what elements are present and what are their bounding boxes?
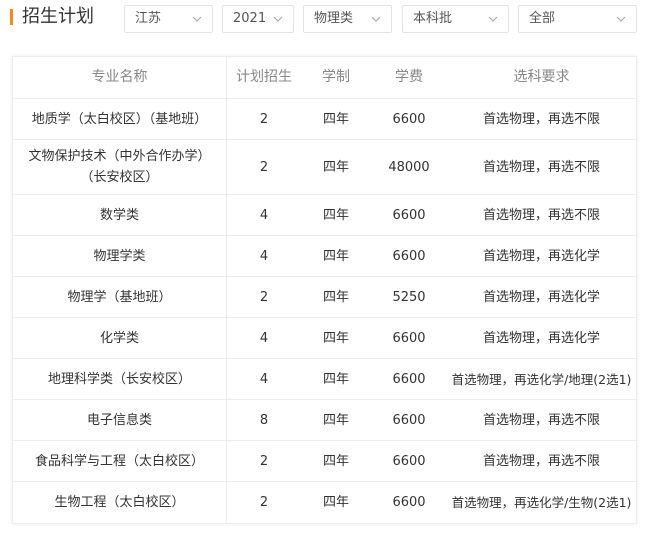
tuition: 6600 <box>392 207 426 223</box>
subject-type-select-value: 物理类 <box>314 11 354 26</box>
subject-requirement: 首选物理，再选不限 <box>482 111 600 127</box>
duration: 四年 <box>322 289 349 305</box>
duration: 四年 <box>322 495 349 510</box>
major-name: 生物工程（太白校区） <box>13 482 227 523</box>
table-row: 生物工程（太白校区） 2 四年 6600 首选物理，再选化学/生物(2选1) <box>13 482 636 523</box>
subject-requirement: 首选物理，再选不限 <box>482 159 600 175</box>
duration: 四年 <box>322 330 349 346</box>
column-header-plan: 计划招生 <box>236 69 292 85</box>
duration: 四年 <box>322 412 349 428</box>
tuition: 6600 <box>392 412 426 428</box>
major-name: 物理学（基地班） <box>13 277 227 317</box>
plan-count: 8 <box>259 412 269 428</box>
tuition: 6600 <box>392 248 426 264</box>
subject-requirement: 首选物理，再选不限 <box>482 453 600 469</box>
plan-count: 4 <box>259 248 269 264</box>
subject-requirement: 首选物理，再选化学/生物(2选1) <box>451 495 632 510</box>
table-row: 地理科学类（长安校区） 4 四年 6600 首选物理，再选化学/地理(2选1) <box>13 359 636 400</box>
duration: 四年 <box>322 371 349 387</box>
plan-count: 4 <box>259 371 269 387</box>
table-row: 食品科学与工程（太白校区） 2 四年 6600 首选物理，再选不限 <box>13 441 636 482</box>
year-select-value: 2021 <box>233 11 267 26</box>
major-name: 地理科学类（长安校区） <box>13 359 227 399</box>
subject-requirement: 首选物理，再选化学/地理(2选1) <box>451 371 632 387</box>
subject-requirement: 首选物理，再选不限 <box>482 412 600 428</box>
page-title: 招生计划 <box>22 6 94 27</box>
chevron-down-icon <box>272 13 284 25</box>
duration: 四年 <box>322 111 349 127</box>
major-name: 数学类 <box>13 195 227 235</box>
duration: 四年 <box>322 207 349 223</box>
major-name: 化学类 <box>13 318 227 358</box>
subject-type-select[interactable]: 物理类 <box>303 5 392 33</box>
tuition: 6600 <box>392 371 426 387</box>
province-select[interactable]: 江苏 <box>124 5 213 33</box>
province-select-value: 江苏 <box>135 11 162 26</box>
major-category-select[interactable]: 全部 <box>518 5 637 33</box>
major-category-select-value: 全部 <box>529 11 556 26</box>
plan-count: 2 <box>259 111 269 127</box>
table-header-row: 专业名称 计划招生 学制 学费 选科要求 <box>13 57 636 99</box>
plan-count: 2 <box>259 289 269 305</box>
tuition: 48000 <box>388 159 430 175</box>
subject-requirement: 首选物理，再选化学 <box>482 248 600 264</box>
table-row: 化学类 4 四年 6600 首选物理，再选化学 <box>13 318 636 359</box>
chevron-down-icon <box>487 13 499 25</box>
tuition: 5250 <box>392 289 426 305</box>
major-name: 食品科学与工程（太白校区） <box>13 441 227 481</box>
subject-requirement: 首选物理，再选化学 <box>482 289 600 305</box>
major-name: 物理学类 <box>13 236 227 276</box>
table-row: 物理学（基地班） 2 四年 5250 首选物理，再选化学 <box>13 277 636 318</box>
column-header-requirement: 选科要求 <box>513 69 570 85</box>
table-row: 电子信息类 8 四年 6600 首选物理，再选不限 <box>13 400 636 441</box>
subject-requirement: 首选物理，再选不限 <box>482 207 600 223</box>
major-name: 地质学（太白校区）（基地班） <box>13 99 227 139</box>
plan-count: 2 <box>259 159 269 175</box>
subject-requirement: 首选物理，再选化学 <box>482 330 600 346</box>
major-name: 电子信息类 <box>13 400 227 440</box>
major-name: 文物保护技术（中外合作办学）（长安校区） <box>13 140 227 194</box>
plan-count: 2 <box>259 453 269 469</box>
column-header-major: 专业名称 <box>13 57 227 98</box>
plan-count: 2 <box>259 495 269 510</box>
duration: 四年 <box>322 453 349 469</box>
plan-count: 4 <box>259 207 269 223</box>
plan-count: 4 <box>259 330 269 346</box>
title-accent-bar <box>10 9 13 25</box>
year-select[interactable]: 2021 <box>222 5 294 33</box>
chevron-down-icon <box>191 13 203 25</box>
column-header-tuition: 学费 <box>395 69 423 85</box>
page-header: 招生计划 江苏 2021 物理类 本科批 全部 <box>0 0 648 40</box>
duration: 四年 <box>322 248 349 264</box>
tuition: 6600 <box>392 495 426 510</box>
tuition: 6600 <box>392 111 426 127</box>
enrollment-plan-table: 专业名称 计划招生 学制 学费 选科要求 地质学（太白校区）（基地班） 2 四年… <box>12 56 637 524</box>
table-row: 物理学类 4 四年 6600 首选物理，再选化学 <box>13 236 636 277</box>
table-row: 文物保护技术（中外合作办学）（长安校区） 2 四年 48000 首选物理，再选不… <box>13 140 636 195</box>
duration: 四年 <box>322 159 349 175</box>
batch-select[interactable]: 本科批 <box>402 5 509 33</box>
tuition: 6600 <box>392 453 426 469</box>
batch-select-value: 本科批 <box>413 11 453 26</box>
column-header-duration: 学制 <box>322 69 350 85</box>
table-row: 数学类 4 四年 6600 首选物理，再选不限 <box>13 195 636 236</box>
chevron-down-icon <box>370 13 382 25</box>
tuition: 6600 <box>392 330 426 346</box>
chevron-down-icon <box>615 13 627 25</box>
table-row: 地质学（太白校区）（基地班） 2 四年 6600 首选物理，再选不限 <box>13 99 636 140</box>
